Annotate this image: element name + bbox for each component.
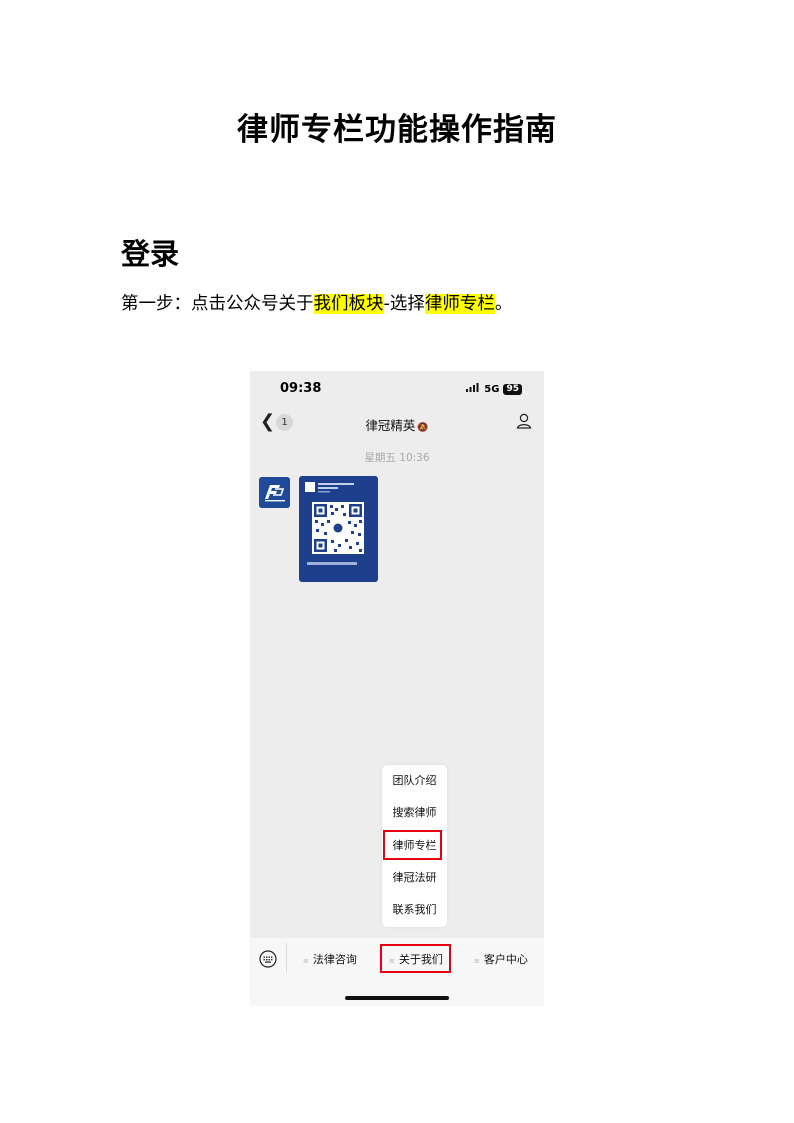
submenu-item-search-lawyer[interactable]: 搜索律师 [382, 805, 447, 821]
menu-legal-consult[interactable]: ≡ 法律咨询 [303, 952, 357, 969]
chat-timestamp: 星期五 10:36 [364, 452, 430, 464]
status-indicators: 5G 95 [466, 383, 522, 395]
card-footer-line [307, 562, 357, 565]
step-highlight-column: 律师专栏 [424, 294, 495, 314]
account-avatar[interactable] [259, 477, 290, 508]
menu-divider [286, 943, 287, 973]
card-header-graphic [305, 482, 354, 493]
menu-customer-center[interactable]: ≡ 客户中心 [474, 952, 528, 969]
annotation-box-lawyer-column [383, 830, 442, 860]
submenu-item-research[interactable]: 律冠法研 [382, 870, 447, 886]
step-prefix: 第一步：点击公众号关于 [121, 294, 314, 314]
signal-icon [466, 383, 480, 395]
qr-code-card[interactable] [299, 476, 378, 582]
keyboard-icon[interactable] [259, 950, 277, 972]
menu-list-icon: ≡ [303, 957, 309, 965]
menu-label: 客户中心 [483, 953, 528, 966]
annotation-box-about-us [380, 944, 451, 973]
step-highlight-about: 我们板块 [313, 294, 384, 314]
chat-title: 律冠精英 🔕 [250, 415, 544, 434]
battery-icon: 95 [503, 383, 522, 395]
network-label: 5G [484, 383, 500, 395]
submenu-item-team[interactable]: 团队介绍 [382, 773, 447, 789]
step-middle: -选择 [383, 294, 425, 314]
status-time: 09:38 [280, 381, 322, 396]
step-instruction: 第一步：点击公众号关于我们板块-选择律师专栏。 [121, 291, 512, 317]
phone-screenshot: 09:38 5G 95 ❮ 1 律冠精英 🔕 星期五 10:36 团队介绍 搜索… [250, 371, 544, 1006]
qr-code-icon [312, 502, 364, 554]
submenu-item-contact[interactable]: 联系我们 [382, 902, 447, 918]
profile-icon[interactable] [516, 413, 532, 433]
step-suffix: 。 [494, 294, 513, 314]
home-indicator [345, 996, 449, 1000]
menu-list-icon: ≡ [474, 957, 480, 965]
menu-label: 法律咨询 [312, 953, 357, 966]
document-title: 律师专栏功能操作指南 [237, 112, 557, 148]
chat-title-text: 律冠精英 [365, 418, 416, 433]
mute-icon: 🔕 [417, 423, 429, 433]
section-heading: 登录 [121, 237, 180, 271]
